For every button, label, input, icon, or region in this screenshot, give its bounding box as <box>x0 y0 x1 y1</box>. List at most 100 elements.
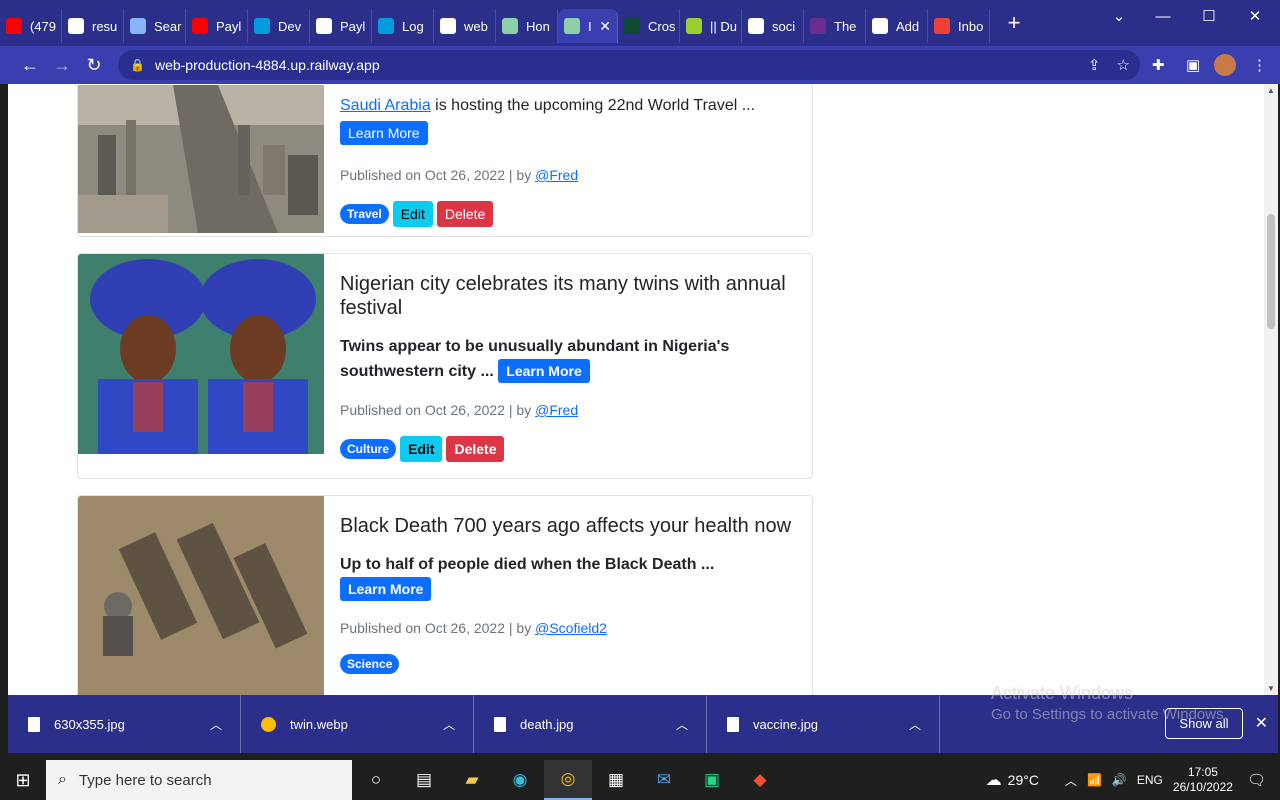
activate-windows-watermark: Activate Windows Go to Settings to activ… <box>991 682 1228 726</box>
learn-more-button[interactable]: Learn More <box>340 577 432 601</box>
browser-tab[interactable]: soci <box>742 9 804 43</box>
tab-label: Hon <box>526 18 550 34</box>
browser-tab[interactable]: resu <box>62 9 124 43</box>
tab-label: I <box>588 18 592 34</box>
pycharm-icon[interactable]: ▣ <box>688 760 736 800</box>
tab-label: Payl <box>216 18 242 34</box>
network-icon[interactable]: 📶 <box>1087 773 1102 787</box>
tab-label: The <box>834 18 857 34</box>
close-icon[interactable]: ✕ <box>1255 713 1268 733</box>
git-icon[interactable]: ◆ <box>736 760 784 800</box>
author-link[interactable]: @Fred <box>535 167 578 183</box>
notifications-icon[interactable]: 🗨 <box>1247 771 1266 789</box>
back-icon[interactable]: ← <box>14 49 46 81</box>
chevron-up-icon[interactable]: ︿ <box>210 716 222 733</box>
post-excerpt: Up to half of people died when the Black… <box>340 556 715 573</box>
file-icon <box>494 716 506 732</box>
tab-label: Sear <box>154 18 182 34</box>
reload-icon[interactable]: ↻ <box>78 49 110 81</box>
close-tab-icon[interactable]: ✕ <box>599 18 611 35</box>
youtube-icon <box>192 18 208 34</box>
tab-search-icon[interactable]: ⌄ <box>1096 0 1142 32</box>
globe-icon <box>316 18 332 34</box>
file-icon <box>28 716 40 732</box>
browser-tab[interactable]: Payl <box>186 9 248 43</box>
chevron-up-icon[interactable]: ︿ <box>676 716 688 733</box>
delete-button[interactable]: Delete <box>446 436 505 462</box>
download-item[interactable]: vaccine.jpg ︿ <box>707 695 940 753</box>
chevron-up-icon[interactable]: ︿ <box>443 716 455 733</box>
post-card: Saudi Arabia is hosting the upcoming 22n… <box>77 84 813 237</box>
page-scrollbar[interactable]: ▲ ▼ <box>1264 84 1278 695</box>
tab-label: soci <box>772 18 796 34</box>
post-card: Black Death 700 years ago affects your h… <box>77 495 813 695</box>
file-explorer-icon[interactable]: ▰ <box>448 760 496 800</box>
author-link[interactable]: @Fred <box>535 402 578 418</box>
category-badge[interactable]: Culture <box>340 439 396 459</box>
scroll-down-icon[interactable]: ▼ <box>1264 684 1278 693</box>
share-icon[interactable]: ⇪ <box>1088 56 1101 74</box>
browser-tab[interactable]: The <box>804 9 866 43</box>
lock-icon[interactable]: 🔒 <box>130 58 145 72</box>
browser-tab[interactable]: Cros <box>618 9 680 43</box>
new-tab-button[interactable]: + <box>1000 10 1028 36</box>
forward-icon[interactable]: → <box>46 49 78 81</box>
browser-tab[interactable]: (479 <box>0 9 62 43</box>
task-view-icon[interactable]: ○ <box>352 760 400 800</box>
post-image-riyadh <box>78 85 324 233</box>
scroll-up-icon[interactable]: ▲ <box>1264 86 1278 95</box>
browser-tab[interactable]: Hon <box>496 9 558 43</box>
widgets-icon[interactable]: ▤ <box>400 760 448 800</box>
language-indicator[interactable]: ENG <box>1137 773 1163 787</box>
delete-button[interactable]: Delete <box>436 201 494 227</box>
tray-chevron-icon[interactable]: ︿ <box>1065 772 1077 789</box>
clock[interactable]: 17:05 26/10/2022 <box>1173 765 1233 795</box>
railway-icon <box>440 18 456 34</box>
weather-icon[interactable]: ☁ <box>986 770 1002 790</box>
browser-tab[interactable]: web <box>434 9 496 43</box>
browser-tab[interactable]: || Du <box>680 9 742 43</box>
chrome-icon[interactable]: ◎ <box>544 760 592 800</box>
download-filename: twin.webp <box>290 716 348 732</box>
post-title: Black Death 700 years ago affects your h… <box>340 515 792 537</box>
learn-more-button[interactable]: Learn More <box>498 359 590 383</box>
maximize-icon[interactable]: ☐ <box>1186 0 1232 32</box>
windows-start-icon[interactable]: ⊞ <box>0 760 46 800</box>
learn-more-button[interactable]: Learn More <box>340 121 428 145</box>
post-card: Nigerian city celebrates its many twins … <box>77 253 813 479</box>
side-panel-icon[interactable]: ▣ <box>1186 46 1200 84</box>
download-item[interactable]: death.jpg ︿ <box>474 695 707 753</box>
mail-icon[interactable]: ✉ <box>640 760 688 800</box>
excerpt-link-saudi-arabia[interactable]: Saudi Arabia <box>340 97 431 114</box>
watermark-subtitle: Go to Settings to activate Windows. <box>991 706 1228 723</box>
menu-icon[interactable]: ⋮ <box>1252 46 1267 84</box>
close-window-icon[interactable]: ✕ <box>1232 0 1278 32</box>
browser-tab[interactable]: Payl <box>310 9 372 43</box>
edge-icon[interactable]: ◉ <box>496 760 544 800</box>
browser-window: (479 resu Sear Payl Dev Payl Log web Hon I ✕ Cros ||… <box>0 0 1280 800</box>
volume-icon[interactable]: 🔊 <box>1112 773 1127 787</box>
browser-tab[interactable]: Sear <box>124 9 186 43</box>
browser-tab[interactable]: Add <box>866 9 928 43</box>
browser-tab[interactable]: Log <box>372 9 434 43</box>
edit-button[interactable]: Edit <box>400 436 443 462</box>
category-badge[interactable]: Travel <box>340 204 389 224</box>
edit-button[interactable]: Edit <box>392 201 433 227</box>
minimize-icon[interactable]: — <box>1140 0 1186 32</box>
profile-avatar[interactable] <box>1214 46 1236 84</box>
scrollbar-thumb[interactable] <box>1267 214 1275 329</box>
browser-tab[interactable]: Dev <box>248 9 310 43</box>
chevron-up-icon[interactable]: ︿ <box>909 716 921 733</box>
address-bar[interactable]: 🔒 web-production-4884.up.railway.app ⇪ ☆ <box>118 50 1140 80</box>
download-item[interactable]: twin.webp ︿ <box>241 695 474 753</box>
category-badge[interactable]: Science <box>340 654 400 674</box>
bookmark-star-icon[interactable]: ☆ <box>1117 56 1130 74</box>
weather-temp[interactable]: 29°C <box>1008 772 1039 788</box>
extensions-icon[interactable]: ✚ <box>1152 46 1165 84</box>
store-icon[interactable]: ▦ <box>592 760 640 800</box>
author-link[interactable]: @Scofield2 <box>535 620 607 636</box>
download-item[interactable]: 630x355.jpg ︿ <box>8 695 241 753</box>
browser-tab[interactable]: Inbo <box>928 9 990 43</box>
taskbar-search[interactable]: ⌕ Type here to search <box>46 760 352 800</box>
browser-tab[interactable]: I ✕ <box>558 9 618 43</box>
